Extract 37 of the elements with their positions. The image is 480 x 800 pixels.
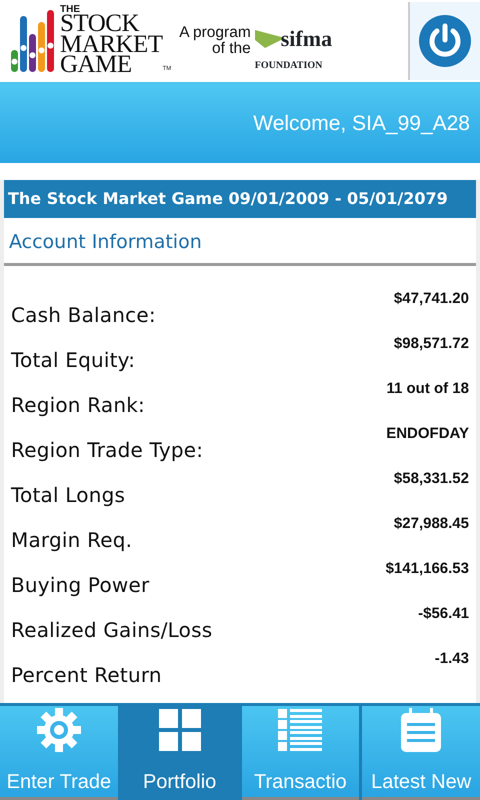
program-text: of the [212, 41, 251, 58]
logo-text: MARKET [60, 34, 163, 56]
grid-icon [156, 707, 203, 753]
field-label: Region Trade Type: [11, 436, 204, 464]
gear-icon [36, 707, 82, 753]
program-text: A program [179, 24, 251, 41]
logo-text: THE [60, 6, 80, 14]
sponsor-subtitle: FOUNDATION [254, 58, 324, 72]
field-value: $47,741.20 [394, 288, 469, 308]
list-icon [277, 707, 324, 753]
field-label: Margin Req. [11, 526, 132, 554]
field-label: Region Rank: [11, 392, 145, 418]
field-value: -1.43 [434, 648, 469, 668]
field-label: Realized Gains/Loss [11, 616, 212, 644]
field-value: $58,331.52 [394, 468, 469, 488]
tab[interactable]: Enter Trade [0, 706, 118, 800]
field-value: $98,571.72 [394, 334, 469, 354]
field-label: Total Longs [11, 482, 126, 508]
field-value: 11 out of 18 [386, 378, 469, 398]
field-value: -$56.41 [418, 604, 469, 624]
section-title: Account Information [4, 218, 476, 266]
sponsor-logo-text: sifma [280, 28, 332, 50]
welcome-text: Welcome, SIA_99_A28 [253, 110, 470, 137]
tab[interactable]: Transactio [242, 706, 360, 800]
game-title-bar: The Stock Market Game 09/01/2009 - 05/01/2079 [4, 180, 476, 218]
field-value: ENDOFDAY [386, 424, 469, 444]
field-label: Cash Balance: [11, 302, 156, 328]
field-label: Total Equity: [11, 346, 136, 374]
logo-text: STOCK [60, 14, 140, 35]
field-label: Buying Power [11, 572, 150, 598]
power-button[interactable] [408, 2, 480, 80]
field-value: $27,988.45 [394, 514, 469, 534]
logo-text: GAME [60, 55, 132, 76]
power-icon [418, 14, 472, 68]
tab[interactable]: Latest New [362, 706, 480, 800]
field-label: Percent Return [11, 662, 162, 688]
field-value: $141,166.53 [386, 558, 469, 578]
